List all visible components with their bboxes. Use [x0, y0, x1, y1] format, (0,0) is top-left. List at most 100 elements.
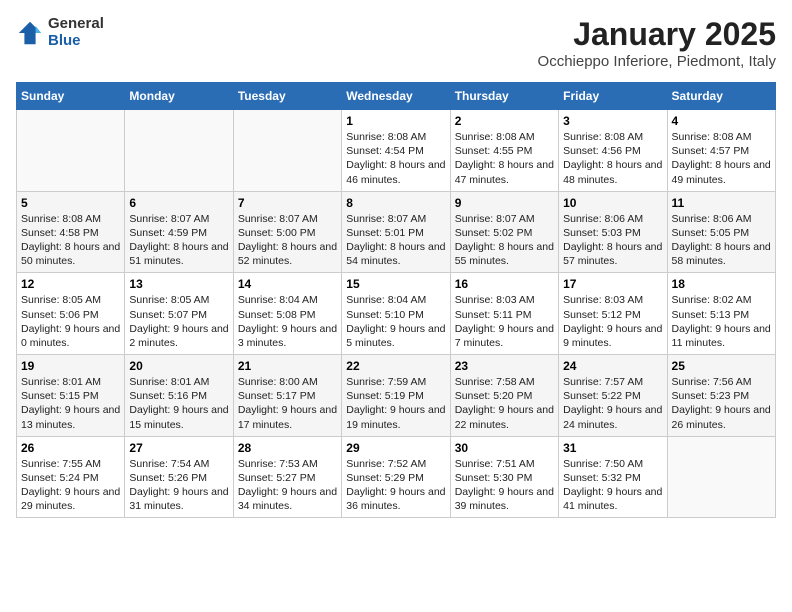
day-info: Sunrise: 7:56 AM Sunset: 5:23 PM Dayligh…	[672, 375, 771, 432]
day-number: 12	[21, 277, 120, 291]
day-number: 31	[563, 441, 662, 455]
calendar-cell: 10 Sunrise: 8:06 AM Sunset: 5:03 PM Dayli…	[559, 191, 667, 273]
day-number: 26	[21, 441, 120, 455]
day-number: 11	[672, 196, 771, 210]
day-number: 4	[672, 114, 771, 128]
day-info: Sunrise: 7:55 AM Sunset: 5:24 PM Dayligh…	[21, 457, 120, 514]
title-block: January 2025 Occhieppo Inferiore, Piedmo…	[538, 16, 776, 70]
day-number: 8	[346, 196, 445, 210]
day-info: Sunrise: 7:50 AM Sunset: 5:32 PM Dayligh…	[563, 457, 662, 514]
calendar-week-row: 19 Sunrise: 8:01 AM Sunset: 5:15 PM Dayli…	[17, 355, 776, 437]
day-number: 9	[455, 196, 554, 210]
calendar-week-row: 26 Sunrise: 7:55 AM Sunset: 5:24 PM Dayli…	[17, 436, 776, 518]
calendar-cell: 6 Sunrise: 8:07 AM Sunset: 4:59 PM Daylig…	[125, 191, 233, 273]
day-number: 16	[455, 277, 554, 291]
calendar-cell: 26 Sunrise: 7:55 AM Sunset: 5:24 PM Dayli…	[17, 436, 125, 518]
day-info: Sunrise: 8:02 AM Sunset: 5:13 PM Dayligh…	[672, 293, 771, 350]
day-number: 29	[346, 441, 445, 455]
calendar-header-row: SundayMondayTuesdayWednesdayThursdayFrid…	[17, 83, 776, 110]
day-info: Sunrise: 8:07 AM Sunset: 4:59 PM Dayligh…	[129, 212, 228, 269]
day-number: 23	[455, 359, 554, 373]
day-number: 1	[346, 114, 445, 128]
calendar-cell: 4Sunrise: 8:08 AM Sunset: 4:57 PM Daylig…	[667, 110, 775, 192]
col-header-friday: Friday	[559, 83, 667, 110]
calendar-cell	[125, 110, 233, 192]
day-info: Sunrise: 7:54 AM Sunset: 5:26 PM Dayligh…	[129, 457, 228, 514]
calendar-cell: 14 Sunrise: 8:04 AM Sunset: 5:08 PM Dayli…	[233, 273, 341, 355]
logo: General Blue	[16, 16, 104, 49]
calendar-cell: 31 Sunrise: 7:50 AM Sunset: 5:32 PM Dayli…	[559, 436, 667, 518]
day-number: 27	[129, 441, 228, 455]
calendar-cell: 8Sunrise: 8:07 AM Sunset: 5:01 PM Daylig…	[342, 191, 450, 273]
day-info: Sunrise: 8:01 AM Sunset: 5:15 PM Dayligh…	[21, 375, 120, 432]
calendar-cell	[17, 110, 125, 192]
calendar-cell: 19 Sunrise: 8:01 AM Sunset: 5:15 PM Dayli…	[17, 355, 125, 437]
day-number: 19	[21, 359, 120, 373]
col-header-saturday: Saturday	[667, 83, 775, 110]
calendar-cell: 17 Sunrise: 8:03 AM Sunset: 5:12 PM Dayli…	[559, 273, 667, 355]
day-info: Sunrise: 8:03 AM Sunset: 5:12 PM Dayligh…	[563, 293, 662, 350]
day-number: 18	[672, 277, 771, 291]
calendar-cell: 21 Sunrise: 8:00 AM Sunset: 5:17 PM Dayli…	[233, 355, 341, 437]
calendar-cell: 22Sunrise: 7:59 AM Sunset: 5:19 PM Dayli…	[342, 355, 450, 437]
logo-general: General	[48, 16, 104, 33]
day-info: Sunrise: 7:57 AM Sunset: 5:22 PM Dayligh…	[563, 375, 662, 432]
day-info: Sunrise: 8:08 AM Sunset: 4:56 PM Dayligh…	[563, 130, 662, 187]
page-subtitle: Occhieppo Inferiore, Piedmont, Italy	[538, 53, 776, 70]
calendar-cell: 24 Sunrise: 7:57 AM Sunset: 5:22 PM Dayli…	[559, 355, 667, 437]
day-info: Sunrise: 8:08 AM Sunset: 4:58 PM Dayligh…	[21, 212, 120, 269]
day-info: Sunrise: 8:03 AM Sunset: 5:11 PM Dayligh…	[455, 293, 554, 350]
day-info: Sunrise: 8:08 AM Sunset: 4:54 PM Dayligh…	[346, 130, 445, 187]
calendar-cell	[667, 436, 775, 518]
day-number: 3	[563, 114, 662, 128]
day-number: 13	[129, 277, 228, 291]
day-number: 17	[563, 277, 662, 291]
day-info: Sunrise: 8:04 AM Sunset: 5:08 PM Dayligh…	[238, 293, 337, 350]
calendar-cell: 29 Sunrise: 7:52 AM Sunset: 5:29 PM Dayli…	[342, 436, 450, 518]
calendar-week-row: 12 Sunrise: 8:05 AM Sunset: 5:06 PM Dayli…	[17, 273, 776, 355]
calendar-cell: 12 Sunrise: 8:05 AM Sunset: 5:06 PM Dayli…	[17, 273, 125, 355]
col-header-thursday: Thursday	[450, 83, 558, 110]
calendar-cell: 3 Sunrise: 8:08 AM Sunset: 4:56 PM Daylig…	[559, 110, 667, 192]
logo-text: General Blue	[48, 16, 104, 49]
calendar-cell: 18 Sunrise: 8:02 AM Sunset: 5:13 PM Dayli…	[667, 273, 775, 355]
col-header-tuesday: Tuesday	[233, 83, 341, 110]
day-number: 15	[346, 277, 445, 291]
calendar-cell: 2Sunrise: 8:08 AM Sunset: 4:55 PM Daylig…	[450, 110, 558, 192]
day-info: Sunrise: 7:51 AM Sunset: 5:30 PM Dayligh…	[455, 457, 554, 514]
day-info: Sunrise: 8:01 AM Sunset: 5:16 PM Dayligh…	[129, 375, 228, 432]
calendar-cell: 5Sunrise: 8:08 AM Sunset: 4:58 PM Daylig…	[17, 191, 125, 273]
col-header-monday: Monday	[125, 83, 233, 110]
page-title: January 2025	[538, 16, 776, 53]
logo-icon	[16, 19, 44, 47]
day-info: Sunrise: 8:05 AM Sunset: 5:07 PM Dayligh…	[129, 293, 228, 350]
calendar-week-row: 1 Sunrise: 8:08 AM Sunset: 4:54 PM Daylig…	[17, 110, 776, 192]
day-number: 7	[238, 196, 337, 210]
day-info: Sunrise: 8:06 AM Sunset: 5:03 PM Dayligh…	[563, 212, 662, 269]
day-number: 6	[129, 196, 228, 210]
day-number: 14	[238, 277, 337, 291]
day-info: Sunrise: 8:04 AM Sunset: 5:10 PM Dayligh…	[346, 293, 445, 350]
day-number: 24	[563, 359, 662, 373]
calendar-week-row: 5Sunrise: 8:08 AM Sunset: 4:58 PM Daylig…	[17, 191, 776, 273]
calendar-cell: 1 Sunrise: 8:08 AM Sunset: 4:54 PM Daylig…	[342, 110, 450, 192]
day-number: 25	[672, 359, 771, 373]
day-info: Sunrise: 8:00 AM Sunset: 5:17 PM Dayligh…	[238, 375, 337, 432]
day-number: 21	[238, 359, 337, 373]
day-info: Sunrise: 8:07 AM Sunset: 5:02 PM Dayligh…	[455, 212, 554, 269]
day-info: Sunrise: 7:52 AM Sunset: 5:29 PM Dayligh…	[346, 457, 445, 514]
calendar-cell: 23Sunrise: 7:58 AM Sunset: 5:20 PM Dayli…	[450, 355, 558, 437]
calendar-cell: 28Sunrise: 7:53 AM Sunset: 5:27 PM Dayli…	[233, 436, 341, 518]
day-info: Sunrise: 8:06 AM Sunset: 5:05 PM Dayligh…	[672, 212, 771, 269]
day-number: 10	[563, 196, 662, 210]
day-number: 30	[455, 441, 554, 455]
day-number: 20	[129, 359, 228, 373]
calendar-table: SundayMondayTuesdayWednesdayThursdayFrid…	[16, 82, 776, 518]
day-number: 28	[238, 441, 337, 455]
calendar-cell: 30 Sunrise: 7:51 AM Sunset: 5:30 PM Dayli…	[450, 436, 558, 518]
calendar-cell: 13 Sunrise: 8:05 AM Sunset: 5:07 PM Dayli…	[125, 273, 233, 355]
calendar-cell: 20 Sunrise: 8:01 AM Sunset: 5:16 PM Dayli…	[125, 355, 233, 437]
calendar-cell: 11 Sunrise: 8:06 AM Sunset: 5:05 PM Dayli…	[667, 191, 775, 273]
day-info: Sunrise: 8:05 AM Sunset: 5:06 PM Dayligh…	[21, 293, 120, 350]
calendar-cell: 25 Sunrise: 7:56 AM Sunset: 5:23 PM Dayli…	[667, 355, 775, 437]
